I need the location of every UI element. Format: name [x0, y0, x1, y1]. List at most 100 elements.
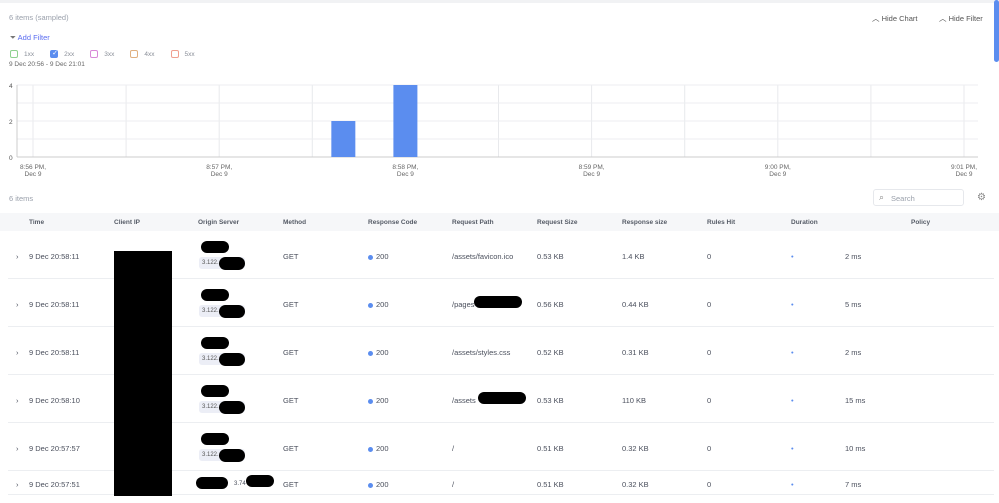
expand-chevron-icon[interactable]: › — [16, 252, 19, 261]
request-size-cell: 0.51 KB — [537, 480, 564, 489]
duration-bar: • — [791, 348, 794, 357]
checkbox[interactable]: ✓ — [50, 50, 59, 58]
gear-icon[interactable]: ⚙ — [977, 192, 986, 203]
request-path-cell: / — [452, 480, 455, 489]
response-size-cell: 0.32 KB — [622, 444, 649, 453]
x-tick-label: Dec 9 — [397, 171, 414, 178]
expand-chevron-icon[interactable]: › — [16, 348, 19, 357]
response-code-cell: 200 — [368, 300, 389, 309]
response-code-cell: 200 — [368, 444, 389, 453]
duration-bar: • — [791, 396, 794, 405]
column-header[interactable]: Response size — [622, 219, 667, 226]
top-border — [0, 0, 999, 3]
checkbox[interactable] — [90, 50, 99, 58]
column-header[interactable]: Client IP — [114, 219, 140, 226]
request-size-cell: 0.56 KB — [537, 300, 564, 309]
response-size-cell: 0.32 KB — [622, 480, 649, 489]
time-cell: 9 Dec 20:58:11 — [29, 300, 80, 309]
legend-item-3xx[interactable]: 3xx — [90, 50, 130, 58]
x-tick-label: Dec 9 — [583, 171, 600, 178]
hide-chart-button[interactable]: ︿ Hide Chart — [872, 13, 917, 24]
method-cell: GET — [283, 444, 299, 453]
bar-2xx[interactable] — [393, 85, 418, 157]
redacted-server — [201, 385, 229, 397]
legend-item-4xx[interactable]: 4xx — [130, 50, 170, 58]
request-size-cell: 0.53 KB — [537, 396, 564, 405]
column-header[interactable]: Policy — [911, 219, 930, 226]
bar-2xx[interactable] — [331, 121, 356, 157]
request-path-cell: /assets/favicon.ico — [452, 252, 514, 261]
status-dot — [368, 398, 373, 404]
column-header[interactable]: Duration — [791, 219, 818, 226]
checkbox[interactable] — [10, 50, 18, 58]
response-code-cell: 200 — [368, 348, 389, 357]
legend-item-2xx[interactable]: ✓ 2xx — [50, 50, 90, 58]
redacted-server — [201, 289, 229, 301]
chevron-up-icon: ︿ — [872, 14, 880, 23]
duration-bar: • — [791, 444, 794, 453]
y-tick-label: 2 — [9, 119, 13, 126]
legend-item-1xx[interactable]: 1xx — [10, 50, 50, 58]
request-size-cell: 0.52 KB — [537, 348, 564, 357]
chevron-up-icon: ︿ — [939, 14, 947, 23]
time-cell: 9 Dec 20:57:57 — [29, 444, 80, 453]
x-tick-label: Dec 9 — [211, 171, 228, 178]
rules-hit-cell: 0 — [707, 480, 712, 489]
x-tick-label: Dec 9 — [956, 171, 973, 178]
status-dot — [368, 482, 373, 488]
column-header[interactable]: Method — [283, 219, 306, 226]
expand-chevron-icon[interactable]: › — [16, 444, 19, 453]
request-path-cell: /assets — [452, 396, 476, 405]
hide-filter-button[interactable]: ︿ Hide Filter — [939, 13, 983, 24]
expand-chevron-icon[interactable]: › — [16, 480, 19, 489]
duration-bar: • — [791, 300, 794, 309]
x-tick-label: 8:57 PM, — [206, 164, 232, 171]
expand-chevron-icon[interactable]: › — [16, 300, 19, 309]
column-header[interactable]: Request Path — [452, 219, 494, 226]
scrollbar[interactable] — [994, 0, 999, 62]
checkbox[interactable] — [170, 50, 179, 58]
rules-hit-cell: 0 — [707, 348, 712, 357]
search-input[interactable]: ⌕ Search — [873, 189, 964, 206]
status-dot — [368, 302, 373, 308]
add-filter-button[interactable]: ⏷ Add Filter — [10, 33, 50, 43]
duration-cell: 5 ms — [845, 300, 862, 309]
x-tick-label: 9:01 PM, — [951, 164, 977, 171]
column-header[interactable]: Time — [29, 219, 44, 226]
duration-cell: 2 ms — [845, 348, 862, 357]
redacted-server — [201, 433, 229, 445]
column-header[interactable]: Rules Hit — [707, 219, 735, 226]
redacted-ip — [219, 353, 245, 366]
duration-cell: 15 ms — [845, 396, 866, 405]
table-header: Time Client IP Origin Server Method Response… — [0, 213, 999, 231]
rules-hit-cell: 0 — [707, 252, 712, 261]
column-header[interactable]: Origin Server — [198, 219, 239, 226]
checkbox[interactable] — [130, 50, 139, 58]
time-cell: 9 Dec 20:57:51 — [29, 480, 80, 489]
time-range: 9 Dec 20:56 - 9 Dec 21:01 — [9, 61, 85, 68]
status-legend: 1xx ✓ 2xx 3xx 4xx 5xx — [10, 50, 211, 58]
request-path-cell: /assets/styles.css — [452, 348, 511, 357]
origin-ip: 3.74 — [234, 481, 246, 487]
expand-chevron-icon[interactable]: › — [16, 396, 19, 405]
filter-icon: ⏷ — [10, 33, 16, 42]
redacted-ip — [246, 475, 274, 487]
rules-hit-cell: 0 — [707, 396, 712, 405]
column-header[interactable]: Response Code — [368, 219, 417, 226]
y-tick-label: 0 — [9, 155, 13, 162]
items-count: 6 items (sampled) — [9, 13, 69, 22]
legend-item-5xx[interactable]: 5xx — [170, 50, 211, 58]
redacted-path — [478, 392, 526, 404]
duration-cell: 7 ms — [845, 480, 862, 489]
redacted-server — [196, 477, 228, 489]
request-size-cell: 0.51 KB — [537, 444, 564, 453]
column-header[interactable]: Request Size — [537, 219, 577, 226]
search-icon: ⌕ — [879, 192, 885, 202]
duration-cell: 2 ms — [845, 252, 862, 261]
response-size-cell: 110 KB — [622, 396, 647, 405]
x-tick-label: 8:58 PM, — [392, 164, 418, 171]
request-size-cell: 0.53 KB — [537, 252, 564, 261]
duration-bar: • — [791, 480, 794, 489]
status-dot — [368, 254, 373, 260]
x-tick-label: 8:59 PM, — [579, 164, 605, 171]
